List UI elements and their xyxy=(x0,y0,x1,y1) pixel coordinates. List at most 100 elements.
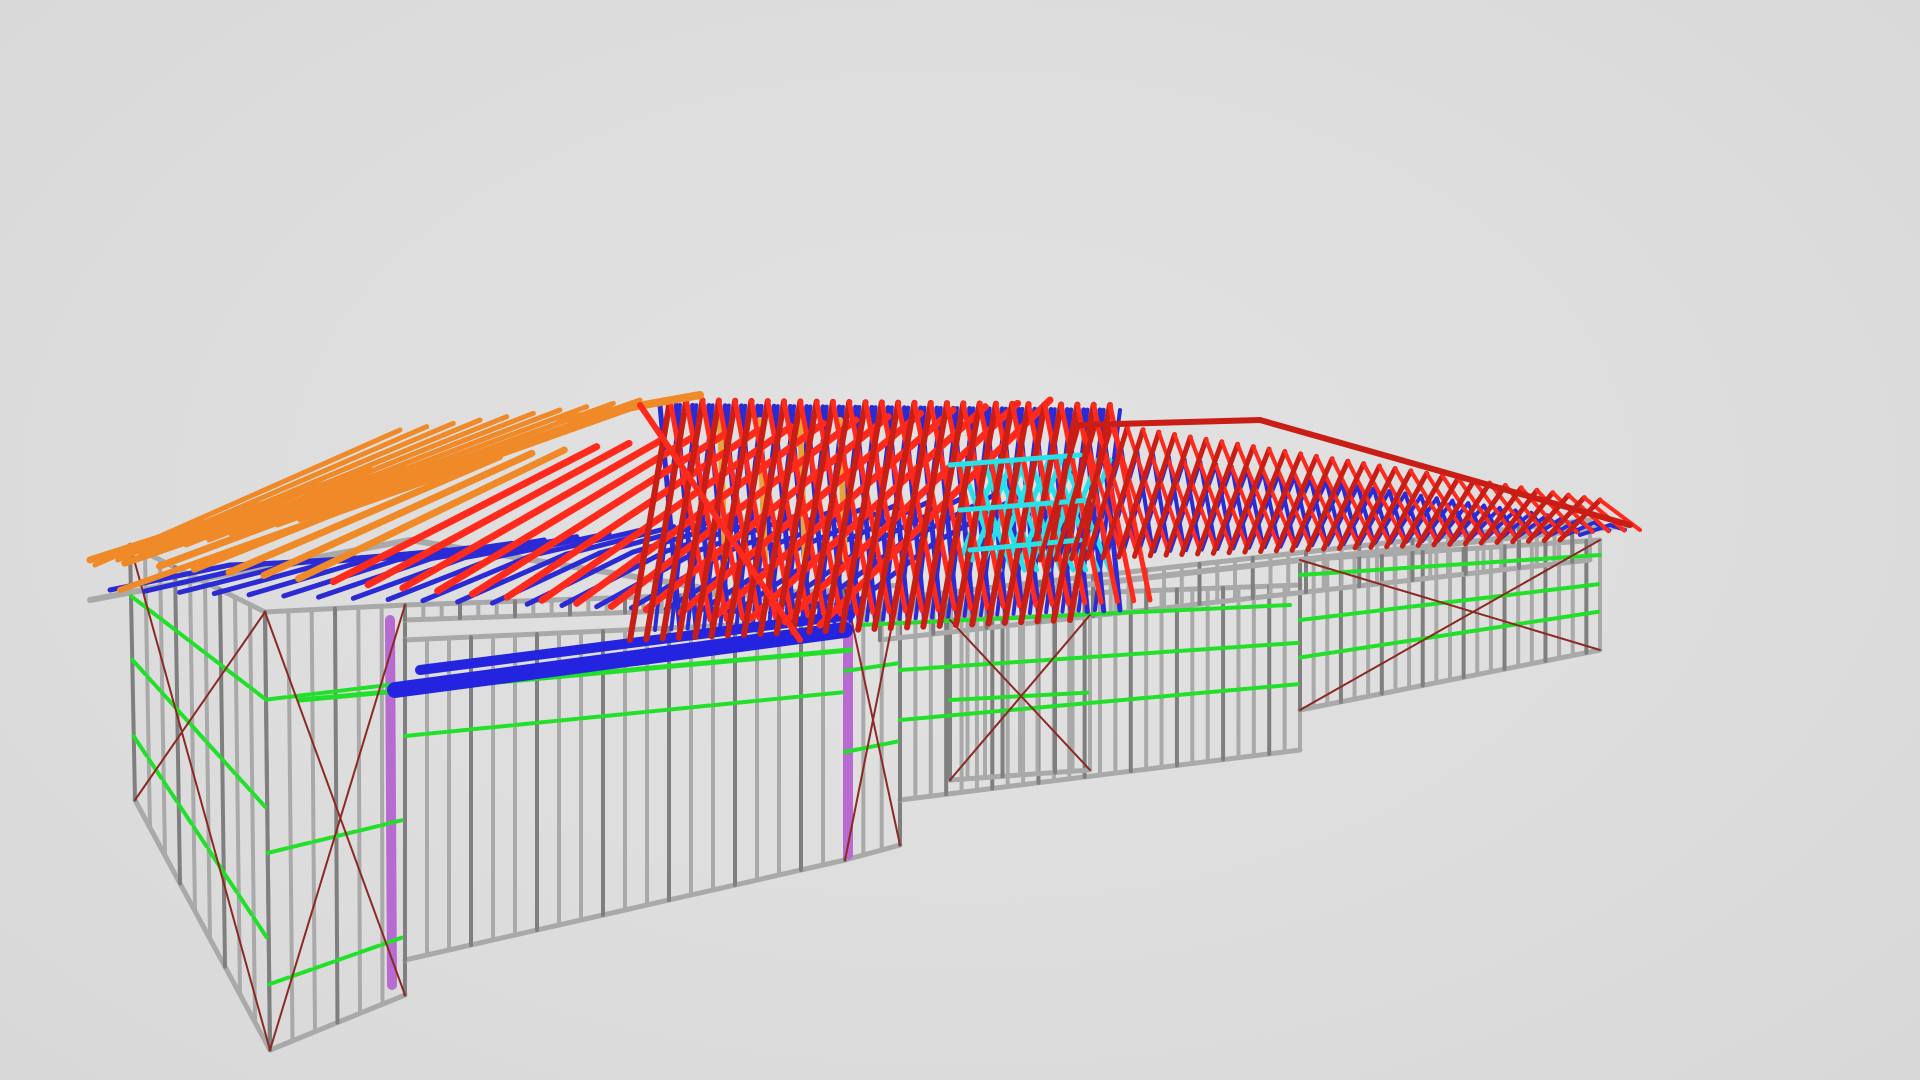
wall-nogging xyxy=(1311,614,1328,621)
wall-nogging xyxy=(1267,641,1285,647)
wall-nogging xyxy=(944,712,962,718)
wall-nogging xyxy=(1407,603,1423,609)
wall-nogging xyxy=(990,660,1008,666)
wall-nogging xyxy=(1174,691,1192,698)
wall-nogging xyxy=(1113,697,1131,703)
wall-nogging xyxy=(928,665,946,670)
wall-nogging xyxy=(311,835,335,844)
wall-nogging xyxy=(557,716,580,723)
wall-nogging xyxy=(1311,651,1328,658)
3d-viewport[interactable] xyxy=(0,0,1920,1080)
wall-nogging xyxy=(1098,698,1116,704)
wall-nogging xyxy=(288,840,313,850)
wall-nogging xyxy=(1005,659,1023,665)
wall-nogging xyxy=(1035,692,1055,698)
wall-nogging xyxy=(1205,689,1223,695)
wall-nogging xyxy=(335,951,359,963)
wall-nogging xyxy=(357,943,381,955)
wall-nogging xyxy=(861,664,881,671)
wall-nogging xyxy=(1393,605,1410,611)
wall-nogging xyxy=(310,689,335,697)
wall-nogging xyxy=(928,714,946,720)
wall-nogging xyxy=(267,975,291,987)
wall-nogging xyxy=(1051,702,1069,709)
wall-nogging xyxy=(1190,690,1208,696)
wall-nogging xyxy=(1502,592,1519,598)
wall-nogging xyxy=(733,699,756,705)
wall-nogging xyxy=(1516,590,1532,596)
wall-nogging xyxy=(974,661,992,667)
wall-nogging xyxy=(1251,643,1269,648)
wall-nogging xyxy=(1584,609,1600,616)
wall-nogging xyxy=(1543,587,1560,593)
wall-nogging xyxy=(1082,654,1100,660)
wall-nogging xyxy=(1144,694,1162,700)
wall-nogging xyxy=(1067,655,1085,661)
wall-nogging xyxy=(1379,606,1396,613)
wall-nogging xyxy=(1366,608,1382,614)
wall-nogging xyxy=(1475,626,1491,633)
wall-nogging xyxy=(1325,613,1341,619)
wall-nogging xyxy=(1461,628,1478,635)
wall-nogging xyxy=(777,694,800,701)
wall-nogging xyxy=(623,710,646,716)
wall-bottom-plate xyxy=(842,842,903,863)
wall-nogging xyxy=(1352,610,1369,616)
wall-nogging xyxy=(1298,653,1314,660)
wall-nogging xyxy=(667,705,690,712)
wall-nogging xyxy=(1584,582,1600,588)
wall-nogging xyxy=(821,690,844,697)
wall-nogging xyxy=(403,732,426,738)
wall-nogging xyxy=(1221,645,1239,650)
wall-nogging xyxy=(1529,588,1546,595)
wall-nogging xyxy=(1379,641,1396,647)
wall-nogging xyxy=(948,697,967,702)
wall-nogging xyxy=(1113,652,1131,658)
wall-nogging xyxy=(513,721,536,727)
wall-nogging xyxy=(879,739,900,747)
wall-nogging xyxy=(1205,646,1223,652)
wall-nogging xyxy=(1420,601,1437,608)
wall-nogging xyxy=(380,818,404,828)
wall-nogging xyxy=(1036,657,1054,663)
wall-nogging xyxy=(645,707,668,714)
wall-nogging xyxy=(1448,630,1464,637)
wall-stud xyxy=(203,580,212,941)
wall-nogging xyxy=(1366,643,1382,650)
wall-nogging xyxy=(959,662,977,668)
wall-nogging xyxy=(1393,639,1410,645)
wall-nogging xyxy=(1570,611,1587,618)
wall-stud xyxy=(248,602,257,1025)
wall-nogging xyxy=(1557,585,1573,591)
wall-nogging xyxy=(287,692,311,699)
wall-nogging xyxy=(1159,649,1177,655)
wall-nogging xyxy=(1036,704,1054,710)
wall-nogging xyxy=(799,692,822,699)
wall-nogging xyxy=(959,711,977,717)
wall-nogging xyxy=(1557,613,1573,620)
wall-nogging xyxy=(601,712,624,719)
wall-nogging xyxy=(861,743,881,751)
wall-nogging xyxy=(1128,696,1146,702)
wall-nogging xyxy=(1067,701,1085,707)
wall-nogging xyxy=(1448,598,1464,604)
wall-nogging xyxy=(579,714,602,721)
wall-nogging xyxy=(1236,686,1254,692)
wall-nogging xyxy=(1516,620,1532,627)
wall-nogging xyxy=(974,709,992,716)
wall-nogging xyxy=(1221,687,1239,693)
wall-nogging xyxy=(898,716,916,722)
wall-nogging xyxy=(1251,684,1269,691)
steel-frame-house-model[interactable] xyxy=(0,0,1920,1080)
wall-nogging xyxy=(264,695,288,702)
wall-nogging xyxy=(1267,683,1285,689)
wall-nogging xyxy=(1128,651,1146,657)
wall-nogging xyxy=(990,708,1008,714)
wall-nogging xyxy=(1529,618,1546,624)
wall-nogging xyxy=(1298,616,1314,622)
wall-nogging xyxy=(689,703,712,710)
wall-nogging xyxy=(965,696,985,702)
wall-nogging xyxy=(357,823,381,833)
wall-nogging xyxy=(1475,595,1491,601)
wall-nogging xyxy=(755,696,778,703)
